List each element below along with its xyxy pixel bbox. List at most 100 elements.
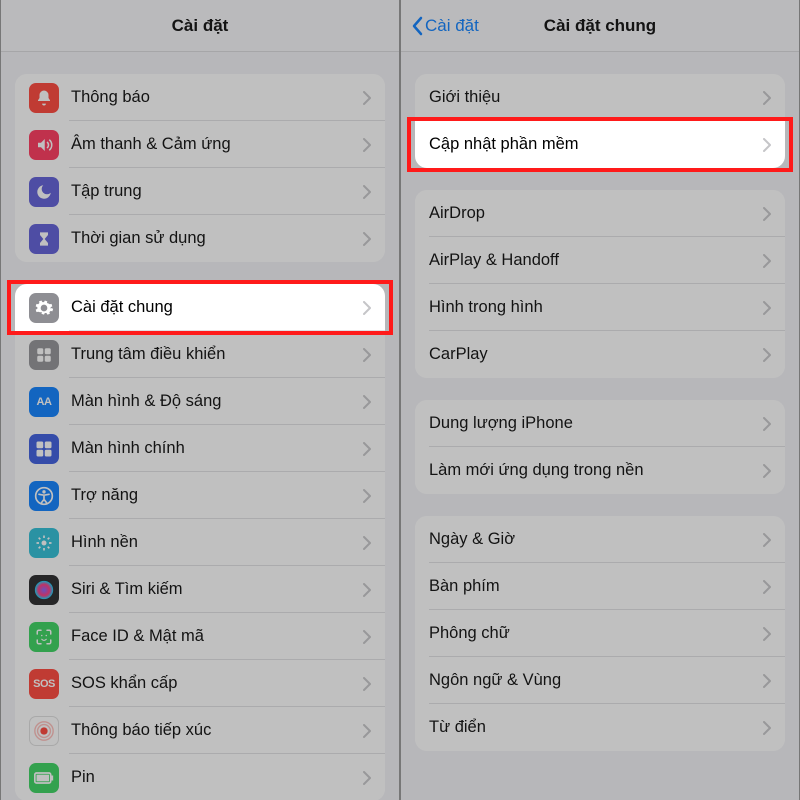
row-label: Màn hình & Độ sáng	[71, 392, 357, 411]
row-label: AirPlay & Handoff	[429, 251, 757, 270]
row-label: Cập nhật phần mềm	[429, 135, 757, 154]
exposure-icon	[29, 716, 59, 746]
chevron-right-icon	[763, 464, 771, 478]
chevron-right-icon	[363, 677, 371, 691]
settings-row[interactable]: Thông báo tiếp xúc	[15, 707, 385, 754]
right-general-panel: Cài đặt Cài đặt chung Giới thiệu Cập nhật…	[400, 0, 800, 800]
chevron-right-icon	[363, 138, 371, 152]
display-icon: AA	[29, 387, 59, 417]
settings-row[interactable]: Làm mới ứng dụng trong nền	[415, 447, 785, 494]
settings-row[interactable]: Tập trung	[15, 168, 385, 215]
accessibility-icon	[29, 481, 59, 511]
left-header: Cài đặt	[1, 0, 399, 52]
chevron-left-icon	[411, 16, 423, 36]
chevron-right-icon	[763, 417, 771, 431]
settings-row[interactable]: AA Màn hình & Độ sáng	[15, 378, 385, 425]
chevron-right-icon	[763, 674, 771, 688]
chevron-right-icon	[363, 536, 371, 550]
row-label: Trung tâm điều khiển	[71, 345, 357, 364]
settings-row[interactable]: Từ điển	[415, 704, 785, 751]
settings-group: AirDrop AirPlay & Handoff Hình trong hình C…	[415, 190, 785, 378]
row-label: Thông báo	[71, 88, 357, 107]
row-label: Siri & Tìm kiếm	[71, 580, 357, 599]
settings-row[interactable]: Pin	[15, 754, 385, 800]
back-button[interactable]: Cài đặt	[411, 0, 479, 52]
row-label: Pin	[71, 768, 357, 787]
row-label: AirDrop	[429, 204, 757, 223]
home-screen-icon	[29, 434, 59, 464]
chevron-right-icon	[363, 232, 371, 246]
settings-row[interactable]: Cập nhật phần mềm	[415, 121, 785, 168]
row-label: Giới thiệu	[429, 88, 757, 107]
back-label: Cài đặt	[425, 16, 479, 36]
settings-group: Cài đặt chung Trung tâm điều khiển AA Màn h…	[15, 284, 385, 800]
page-title: Cài đặt	[172, 16, 229, 36]
row-label: Ngôn ngữ & Vùng	[429, 671, 757, 690]
chevron-right-icon	[363, 630, 371, 644]
settings-row[interactable]: Phông chữ	[415, 610, 785, 657]
settings-row[interactable]: Ngôn ngữ & Vùng	[415, 657, 785, 704]
moon-icon	[29, 177, 59, 207]
chevron-right-icon	[363, 489, 371, 503]
chevron-right-icon	[363, 583, 371, 597]
row-label: Màn hình chính	[71, 439, 357, 458]
chevron-right-icon	[763, 627, 771, 641]
row-label: Thông báo tiếp xúc	[71, 721, 357, 740]
right-content: Giới thiệu Cập nhật phần mềm AirDrop AirPla…	[401, 52, 799, 800]
settings-row[interactable]: Trợ năng	[15, 472, 385, 519]
row-label: Phông chữ	[429, 624, 757, 643]
left-settings-panel: Cài đặt Thông báo Âm thanh & Cảm ứng Tập t…	[0, 0, 400, 800]
settings-row[interactable]: CarPlay	[415, 331, 785, 378]
gear-icon	[29, 293, 59, 323]
bell-icon	[29, 83, 59, 113]
faceid-icon	[29, 622, 59, 652]
settings-row[interactable]: Face ID & Mật mã	[15, 613, 385, 660]
settings-row[interactable]: AirPlay & Handoff	[415, 237, 785, 284]
row-label: Thời gian sử dụng	[71, 229, 357, 248]
settings-row[interactable]: Thời gian sử dụng	[15, 215, 385, 262]
row-label: Hình nền	[71, 533, 357, 552]
row-label: Âm thanh & Cảm ứng	[71, 135, 357, 154]
chevron-right-icon	[363, 442, 371, 456]
settings-row[interactable]: Ngày & Giờ	[415, 516, 785, 563]
row-label: Hình trong hình	[429, 298, 757, 317]
row-label: Tập trung	[71, 182, 357, 201]
battery-icon	[29, 763, 59, 793]
row-label: Cài đặt chung	[71, 298, 357, 317]
chevron-right-icon	[763, 207, 771, 221]
page-title: Cài đặt chung	[544, 16, 656, 36]
chevron-right-icon	[763, 91, 771, 105]
settings-row[interactable]: Hình nền	[15, 519, 385, 566]
row-label: Face ID & Mật mã	[71, 627, 357, 646]
settings-row[interactable]: SOSSOS khẩn cấp	[15, 660, 385, 707]
right-header: Cài đặt Cài đặt chung	[401, 0, 799, 52]
chevron-right-icon	[363, 301, 371, 315]
settings-row[interactable]: Dung lượng iPhone	[415, 400, 785, 447]
chevron-right-icon	[763, 301, 771, 315]
chevron-right-icon	[763, 138, 771, 152]
wallpaper-icon	[29, 528, 59, 558]
row-label: Bàn phím	[429, 577, 757, 596]
chevron-right-icon	[763, 348, 771, 362]
row-label: Ngày & Giờ	[429, 530, 757, 549]
settings-row[interactable]: Bàn phím	[415, 563, 785, 610]
chevron-right-icon	[763, 254, 771, 268]
chevron-right-icon	[763, 721, 771, 735]
settings-row[interactable]: AirDrop	[415, 190, 785, 237]
chevron-right-icon	[363, 91, 371, 105]
settings-row[interactable]: Hình trong hình	[415, 284, 785, 331]
left-content: Thông báo Âm thanh & Cảm ứng Tập trung Thời…	[1, 52, 399, 800]
settings-row[interactable]: Thông báo	[15, 74, 385, 121]
settings-row[interactable]: Siri & Tìm kiếm	[15, 566, 385, 613]
control-center-icon	[29, 340, 59, 370]
settings-row[interactable]: Màn hình chính	[15, 425, 385, 472]
row-label: Trợ năng	[71, 486, 357, 505]
settings-row[interactable]: Giới thiệu	[415, 74, 785, 121]
siri-icon	[29, 575, 59, 605]
chevron-right-icon	[363, 724, 371, 738]
row-label: Từ điển	[429, 718, 757, 737]
settings-row[interactable]: Trung tâm điều khiển	[15, 331, 385, 378]
row-label: SOS khẩn cấp	[71, 674, 357, 693]
settings-row[interactable]: Cài đặt chung	[15, 284, 385, 331]
settings-row[interactable]: Âm thanh & Cảm ứng	[15, 121, 385, 168]
